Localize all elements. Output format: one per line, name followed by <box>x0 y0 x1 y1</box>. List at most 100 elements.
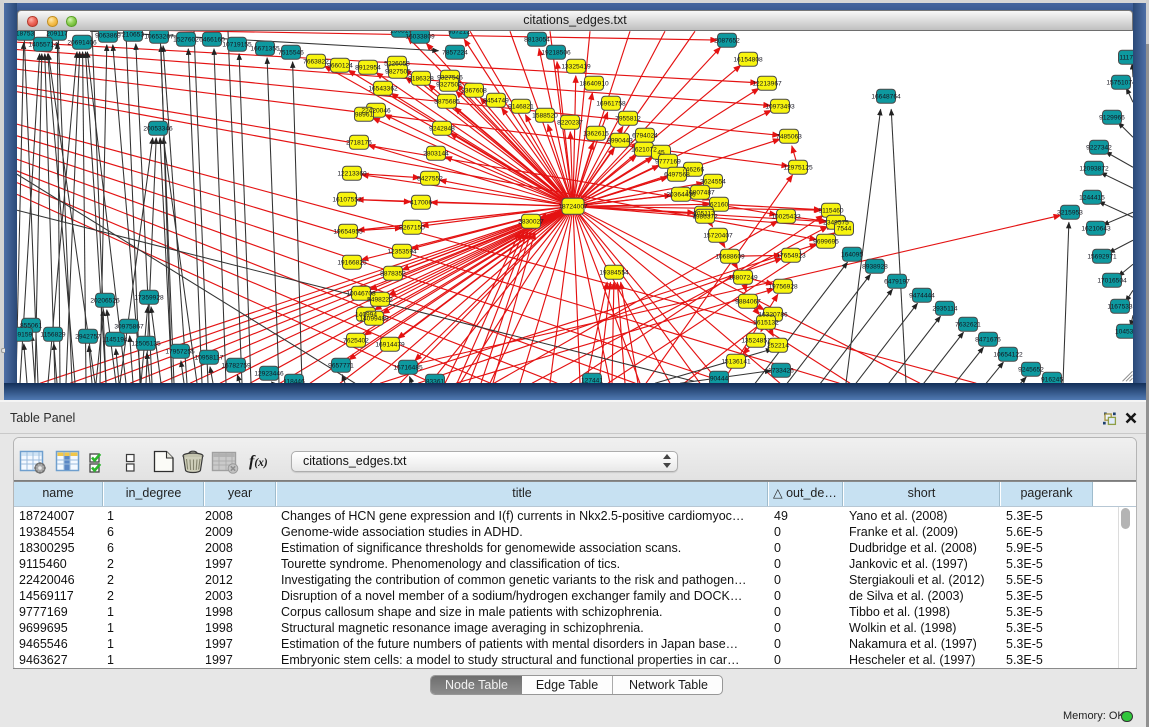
svg-text:10654122: 10654122 <box>993 352 1023 359</box>
svg-text:7955812: 7955812 <box>615 116 641 123</box>
svg-text:417006: 417006 <box>410 200 432 207</box>
svg-text:2367608: 2367608 <box>461 88 487 95</box>
svg-text:9063869: 9063869 <box>95 33 121 40</box>
svg-text:2718176: 2718176 <box>346 140 372 147</box>
svg-text:9242848: 9242848 <box>429 126 455 133</box>
svg-text:2942757: 2942757 <box>75 334 101 341</box>
svg-text:9777169: 9777169 <box>655 159 681 166</box>
svg-text:83361: 83361 <box>426 379 445 383</box>
svg-text:7663822: 7663822 <box>303 59 329 66</box>
svg-text:8220237: 8220237 <box>557 120 583 127</box>
svg-text:127441: 127441 <box>581 378 603 383</box>
svg-text:916245: 916245 <box>1041 377 1063 383</box>
svg-text:12923446: 12923446 <box>254 371 284 378</box>
svg-text:18807249: 18807249 <box>728 275 758 282</box>
svg-text:15692971: 15692971 <box>1087 254 1117 261</box>
svg-text:18724007: 18724007 <box>558 204 588 211</box>
svg-text:9657771: 9657771 <box>328 363 354 370</box>
svg-text:2830027: 2830027 <box>518 219 544 226</box>
svg-text:7625402: 7625402 <box>343 338 369 345</box>
svg-text:9884067: 9884067 <box>735 299 761 306</box>
svg-text:16320786: 16320786 <box>758 312 788 319</box>
svg-text:16961758: 16961758 <box>596 101 626 108</box>
svg-text:855061: 855061 <box>20 323 42 330</box>
svg-text:15751074: 15751074 <box>1106 80 1133 87</box>
svg-text:1145194: 1145194 <box>102 337 128 344</box>
svg-text:16648764: 16648764 <box>871 94 901 101</box>
svg-text:10973493: 10973493 <box>765 104 795 111</box>
svg-text:2087652: 2087652 <box>714 38 740 45</box>
svg-text:8454749: 8454749 <box>483 98 509 105</box>
svg-text:1615132: 1615132 <box>753 320 779 327</box>
svg-text:118446: 118446 <box>283 379 305 383</box>
svg-text:20053346: 20053346 <box>143 126 173 133</box>
svg-text:9660124: 9660124 <box>327 63 353 70</box>
svg-text:6479197: 6479197 <box>884 279 910 286</box>
svg-text:5498222: 5498222 <box>367 297 393 304</box>
svg-text:8427552: 8427552 <box>417 176 443 183</box>
svg-text:17654923: 17654923 <box>776 253 806 260</box>
svg-text:252214: 252214 <box>767 343 789 350</box>
svg-text:1167533: 1167533 <box>1107 304 1133 311</box>
svg-text:2935114: 2935114 <box>932 306 958 313</box>
svg-text:7986372: 7986372 <box>692 214 718 221</box>
svg-text:12353594: 12353594 <box>387 249 417 256</box>
svg-text:1527602: 1527602 <box>173 37 199 44</box>
svg-text:16210643: 16210643 <box>1081 226 1111 233</box>
svg-text:8471676: 8471676 <box>975 337 1001 344</box>
svg-text:19218506: 19218506 <box>541 50 571 57</box>
svg-text:1621072: 1621072 <box>631 147 657 154</box>
svg-text:10025433: 10025433 <box>771 214 801 221</box>
svg-text:9827505: 9827505 <box>385 69 411 76</box>
svg-text:16671355: 16671355 <box>250 46 280 53</box>
svg-text:12093872: 12093872 <box>1079 166 1109 173</box>
svg-text:17016504: 17016504 <box>1097 278 1127 285</box>
svg-text:7515546: 7515546 <box>278 50 304 57</box>
svg-text:30975867: 30975867 <box>114 324 144 331</box>
svg-text:18753: 18753 <box>17 31 34 38</box>
svg-text:98961: 98961 <box>355 112 374 119</box>
svg-text:8186328: 8186328 <box>408 76 434 83</box>
svg-text:2803144: 2803144 <box>423 151 449 158</box>
svg-text:3875685: 3875685 <box>434 99 460 106</box>
svg-text:1588520: 1588520 <box>532 113 558 120</box>
svg-text:10958117: 10958117 <box>195 355 224 362</box>
svg-text:16543362: 16543362 <box>368 86 398 93</box>
svg-text:19654955: 19654955 <box>333 229 363 236</box>
svg-text:9327546: 9327546 <box>437 75 463 82</box>
svg-text:104532: 104532 <box>1115 329 1133 336</box>
svg-text:90444: 90444 <box>710 376 729 383</box>
svg-text:20206526: 20206526 <box>90 298 120 305</box>
svg-text:20691406: 20691406 <box>67 40 97 47</box>
svg-text:8912954: 8912954 <box>355 65 381 72</box>
svg-text:45: 45 <box>657 150 665 157</box>
svg-text:12505135: 12505135 <box>131 341 161 348</box>
svg-text:15720407: 15720407 <box>703 233 733 240</box>
svg-text:16154808: 16154808 <box>733 57 763 64</box>
svg-text:7485063: 7485063 <box>776 134 802 141</box>
svg-text:16107552: 16107552 <box>332 197 362 204</box>
svg-text:1733426: 1733426 <box>768 368 794 375</box>
svg-text:8267150: 8267150 <box>399 225 425 232</box>
svg-text:8990443: 8990443 <box>607 138 633 145</box>
svg-text:9227342: 9227342 <box>1086 145 1112 152</box>
svg-text:12213967: 12213967 <box>752 81 782 88</box>
svg-text:14055714: 14055714 <box>28 42 58 49</box>
svg-text:9699695: 9699695 <box>813 239 839 246</box>
svg-text:8813054: 8813054 <box>524 37 550 44</box>
svg-text:10688609: 10688609 <box>715 254 745 261</box>
svg-text:6466160: 6466160 <box>199 37 225 44</box>
svg-text:15716485: 15716485 <box>393 365 423 372</box>
svg-text:14099489: 14099489 <box>359 316 389 323</box>
svg-text:18640910: 18640910 <box>579 81 609 88</box>
svg-text:1156829: 1156829 <box>40 332 66 339</box>
svg-text:9327508: 9327508 <box>436 82 462 89</box>
svg-text:16914479: 16914479 <box>375 342 405 349</box>
svg-text:62160: 62160 <box>710 202 729 209</box>
svg-text:19756928: 19756928 <box>768 284 798 291</box>
svg-text:3215953: 3215953 <box>1057 210 1083 217</box>
svg-text:9146821: 9146821 <box>508 104 534 111</box>
svg-text:164095: 164095 <box>841 252 863 259</box>
svg-text:1244415: 1244415 <box>1079 195 1105 202</box>
svg-text:9474444: 9474444 <box>909 293 935 300</box>
